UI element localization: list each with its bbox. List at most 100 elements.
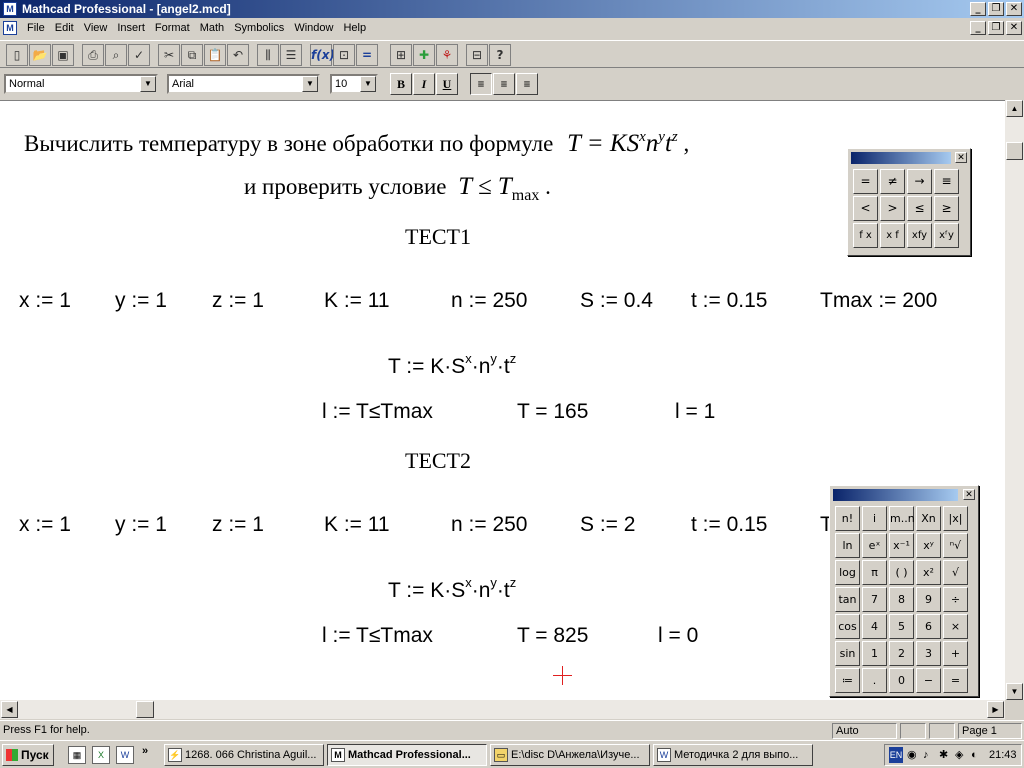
calculator-button[interactable]: =: [943, 668, 968, 693]
test1-var-x[interactable]: x := 1: [19, 289, 71, 313]
calculator-button[interactable]: 1: [862, 641, 887, 666]
calculator-button[interactable]: ×: [943, 614, 968, 639]
calculator-button[interactable]: 9: [916, 587, 941, 612]
palette-arrow-button[interactable]: →: [907, 169, 932, 194]
palette-less-button[interactable]: <: [853, 196, 878, 221]
palette-identical-button[interactable]: ≡: [934, 169, 959, 194]
test2-condition[interactable]: l := T≤Tmax: [322, 624, 433, 648]
calculator-button[interactable]: 5: [889, 614, 914, 639]
test1-var-n[interactable]: n := 250: [451, 289, 527, 313]
paste-icon[interactable]: 📋: [204, 44, 226, 66]
calculator-button[interactable]: x⁻¹: [889, 533, 914, 558]
style-combo[interactable]: Normal ▼: [4, 74, 158, 94]
calculator-button[interactable]: +: [943, 641, 968, 666]
intro-text-line2[interactable]: и проверить условие T ≤ Tmax .: [244, 173, 551, 205]
calculator-button[interactable]: Xn: [916, 506, 941, 531]
new-icon[interactable]: ▯: [6, 44, 28, 66]
calculator-button[interactable]: eˣ: [862, 533, 887, 558]
chevron-down-icon[interactable]: ▼: [360, 76, 376, 92]
copy-icon[interactable]: ⧉: [181, 44, 203, 66]
test2-result-T[interactable]: T = 825: [517, 624, 588, 648]
task-mathcad[interactable]: M Mathcad Professional...: [327, 744, 487, 766]
test1-result-T[interactable]: T = 165: [517, 400, 588, 424]
cut-icon[interactable]: ✂: [158, 44, 180, 66]
intro-text-line1[interactable]: Вычислить температуру в зоне обработки п…: [24, 129, 689, 158]
chevron-down-icon[interactable]: ▼: [140, 76, 156, 92]
calculator-button[interactable]: cos: [835, 614, 860, 639]
calculator-button[interactable]: log: [835, 560, 860, 585]
test2-var-S[interactable]: S := 2: [580, 513, 635, 537]
test1-condition[interactable]: l := T≤Tmax: [322, 400, 433, 424]
test2-heading[interactable]: ТЕСТ2: [405, 448, 471, 474]
component-icon[interactable]: ⊞: [390, 44, 412, 66]
start-button[interactable]: Пуск: [2, 744, 54, 766]
align-left-icon[interactable]: ≡: [470, 73, 492, 95]
print-preview-icon[interactable]: ⌕: [105, 44, 127, 66]
underline-button[interactable]: U: [436, 73, 458, 95]
test2-var-n[interactable]: n := 250: [451, 513, 527, 537]
calculator-button[interactable]: 7: [862, 587, 887, 612]
test2-equation[interactable]: T := K·Sx·ny·tz: [388, 575, 516, 603]
task-explorer[interactable]: ▭ E:\disc D\Анжела\Изуче...: [490, 744, 650, 766]
calculator-button[interactable]: π: [862, 560, 887, 585]
palette-greater-button[interactable]: >: [880, 196, 905, 221]
insert-hyperlink-icon[interactable]: ✚: [413, 44, 435, 66]
menu-math[interactable]: Math: [195, 22, 229, 34]
task-word[interactable]: W Методичка 2 для выпо...: [653, 744, 813, 766]
menu-symbolics[interactable]: Symbolics: [229, 22, 289, 34]
calculator-button[interactable]: xʸ: [916, 533, 941, 558]
document-icon[interactable]: M: [3, 21, 17, 35]
calculate-icon[interactable]: =: [356, 44, 378, 66]
test2-result-l[interactable]: l = 0: [658, 624, 698, 648]
test1-var-t[interactable]: t := 0.15: [691, 289, 767, 313]
doc-minimize-button[interactable]: _: [970, 21, 986, 35]
menu-file[interactable]: File: [22, 22, 50, 34]
insert-function-icon[interactable]: f(x): [310, 44, 335, 66]
tray-app-icon[interactable]: ◈: [955, 745, 963, 765]
palette-equal-button[interactable]: =: [853, 169, 878, 194]
help-icon[interactable]: ?: [489, 44, 511, 66]
menu-window[interactable]: Window: [289, 22, 338, 34]
calculator-button[interactable]: ( ): [889, 560, 914, 585]
horizontal-scrollbar[interactable]: ◀ ▶: [0, 700, 1005, 719]
hscroll-thumb[interactable]: [136, 701, 154, 718]
zoom-icon[interactable]: ⊟: [466, 44, 488, 66]
test2-var-x[interactable]: x := 1: [19, 513, 71, 537]
undo-icon[interactable]: ↶: [227, 44, 249, 66]
calculator-button[interactable]: sin: [835, 641, 860, 666]
scroll-right-icon[interactable]: ▶: [987, 701, 1004, 718]
test1-equation[interactable]: T := K·Sx·ny·tz: [388, 351, 516, 379]
menu-edit[interactable]: Edit: [50, 22, 79, 34]
close-icon[interactable]: ✕: [955, 152, 967, 163]
calculator-button[interactable]: 3: [916, 641, 941, 666]
test1-var-z[interactable]: z := 1: [212, 289, 264, 313]
test2-var-t[interactable]: t := 0.15: [691, 513, 767, 537]
test1-result-l[interactable]: l = 1: [675, 400, 715, 424]
size-combo[interactable]: 10 ▼: [330, 74, 378, 94]
palette-fx-button[interactable]: f x: [853, 223, 878, 248]
calculator-button[interactable]: 8: [889, 587, 914, 612]
quicklaunch-excel-icon[interactable]: X: [92, 746, 110, 764]
test2-var-y[interactable]: y := 1: [115, 513, 167, 537]
mathcad-icon[interactable]: M: [3, 2, 17, 16]
tray-volume-icon[interactable]: ◐: [971, 745, 978, 765]
font-combo[interactable]: Arial ▼: [167, 74, 320, 94]
align-across-icon[interactable]: ⫼: [257, 44, 279, 66]
calculator-button[interactable]: m..n: [889, 506, 915, 531]
align-center-icon[interactable]: ≡: [493, 73, 515, 95]
tray-network-icon[interactable]: ◉: [907, 745, 917, 765]
palette-xf-button[interactable]: x f: [880, 223, 905, 248]
scroll-thumb[interactable]: [1006, 142, 1023, 160]
calculator-button[interactable]: |x|: [943, 506, 968, 531]
palette-leq-button[interactable]: ≤: [907, 196, 932, 221]
doc-restore-button[interactable]: ❐: [988, 21, 1004, 35]
test1-var-y[interactable]: y := 1: [115, 289, 167, 313]
palette-xfy-sup-button[interactable]: xᶠy: [934, 223, 959, 248]
test1-var-S[interactable]: S := 0.4: [580, 289, 653, 313]
quicklaunch-desktop-icon[interactable]: ▦: [68, 746, 86, 764]
palette-xfy-button[interactable]: xfy: [907, 223, 932, 248]
calculator-button[interactable]: 6: [916, 614, 941, 639]
calculator-button[interactable]: n!: [835, 506, 860, 531]
test1-var-K[interactable]: K := 11: [324, 289, 390, 313]
calculator-button[interactable]: 0: [889, 668, 914, 693]
